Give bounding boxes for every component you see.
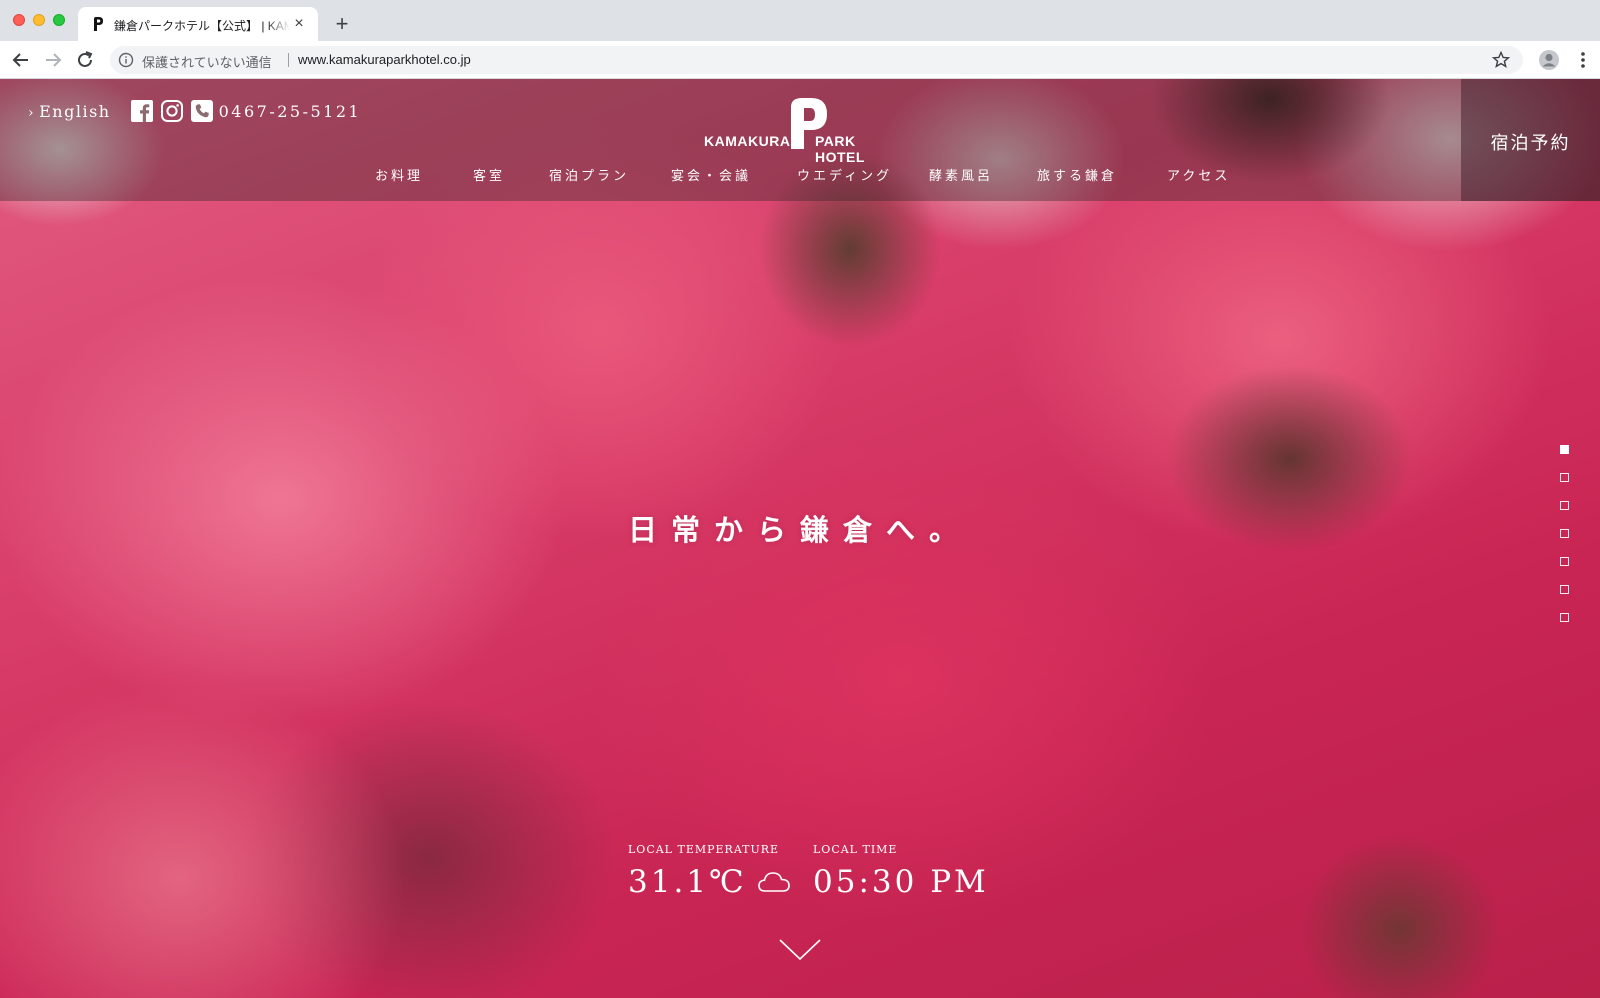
address-bar[interactable]: 保護されていない通信 www.kamakuraparkhotel.co.jp [110,46,1523,74]
slide-indicator-6[interactable] [1560,585,1569,594]
url-text[interactable]: www.kamakuraparkhotel.co.jp [298,52,471,67]
reservation-button[interactable]: 宿泊予約 [1461,79,1600,201]
close-window-button[interactable] [13,14,25,26]
utility-links: › English 0467-25-5121 [28,99,361,123]
minimize-window-button[interactable] [33,14,45,26]
tab-close-icon[interactable]: × [290,15,308,33]
instagram-icon[interactable] [160,100,183,122]
maximize-window-button[interactable] [53,14,65,26]
nav-item-banquet[interactable]: 宴会・会議 [671,165,751,184]
nav-item-cuisine[interactable]: お料理 [375,165,423,184]
local-time: LOCAL TIME 05:30 PM [813,843,989,900]
security-status: 保護されていない通信 [142,55,272,70]
web-page: › English 0467-25-5121 KAMAKURA PARK HOT… [0,79,1600,998]
browser-menu-icon[interactable] [1572,49,1594,71]
new-tab-button[interactable]: + [330,12,354,36]
reservation-label: 宿泊予約 [1490,133,1571,154]
main-navigation: お料理 客室 宿泊プラン 宴会・会議 ウエディング 酵素風呂 旅する鎌倉 アクセ… [0,165,1600,189]
facebook-icon[interactable] [130,100,153,122]
hero-tagline: 日常から鎌倉へ。 [627,513,972,547]
forward-arrow-icon[interactable] [42,49,64,71]
chevron-down-icon[interactable] [779,939,821,961]
logo-text-park-hotel: PARK HOTEL [815,133,865,165]
phone-icon[interactable] [190,100,213,122]
browser-chrome: 鎌倉パークホテル【公式】 | KAMAKURA PARK HOTEL × + 保… [0,0,1600,79]
browser-toolbar: 保護されていない通信 www.kamakuraparkhotel.co.jp [0,41,1600,79]
temperature-value-row: 31.1℃ [628,864,791,900]
temperature-label: LOCAL TEMPERATURE [628,843,780,856]
slide-indicator-1[interactable] [1560,445,1569,454]
site-header: › English 0467-25-5121 KAMAKURA PARK HOT… [0,79,1600,201]
english-label: English [39,101,111,121]
browser-tab[interactable]: 鎌倉パークホテル【公式】 | KAMAKURA PARK HOTEL × [78,7,318,41]
chevron-right-icon: › [28,104,36,121]
nav-item-travel-kamakura[interactable]: 旅する鎌倉 [1037,165,1117,184]
hotel-logo[interactable]: KAMAKURA PARK HOTEL [704,97,896,165]
cloud-icon [757,872,790,892]
local-temperature: LOCAL TEMPERATURE 31.1℃ [628,843,791,900]
back-arrow-icon[interactable] [10,49,32,71]
slide-indicator-7[interactable] [1560,613,1569,622]
slide-indicator-5[interactable] [1560,557,1569,566]
phone-number[interactable]: 0467-25-5121 [219,102,362,121]
info-icon[interactable] [118,52,134,68]
slide-indicator-4[interactable] [1560,529,1569,538]
nav-item-wedding[interactable]: ウエディング [797,165,892,184]
time-label: LOCAL TIME [813,843,898,856]
site-favicon-icon [94,17,103,31]
slide-indicator-3[interactable] [1560,501,1569,510]
nav-item-enzyme-bath[interactable]: 酵素風呂 [929,165,993,184]
bookmark-star-icon[interactable] [1491,50,1511,70]
profile-avatar-icon[interactable] [1538,49,1560,71]
reload-icon[interactable] [74,49,96,71]
slide-pager [1560,445,1572,641]
nav-item-rooms[interactable]: 客室 [473,165,505,184]
temperature-value: 31.1℃ [628,864,747,900]
logo-text-kamakura: KAMAKURA [704,133,791,149]
slide-indicator-2[interactable] [1560,473,1569,482]
time-value: 05:30 PM [813,864,989,900]
nav-item-stay-plans[interactable]: 宿泊プラン [549,165,629,184]
english-link[interactable]: › English [28,102,111,121]
nav-item-access[interactable]: アクセス [1167,165,1230,184]
tab-title: 鎌倉パークホテル【公式】 | KAMAKURA PARK HOTEL [114,17,290,33]
address-divider [288,53,289,67]
